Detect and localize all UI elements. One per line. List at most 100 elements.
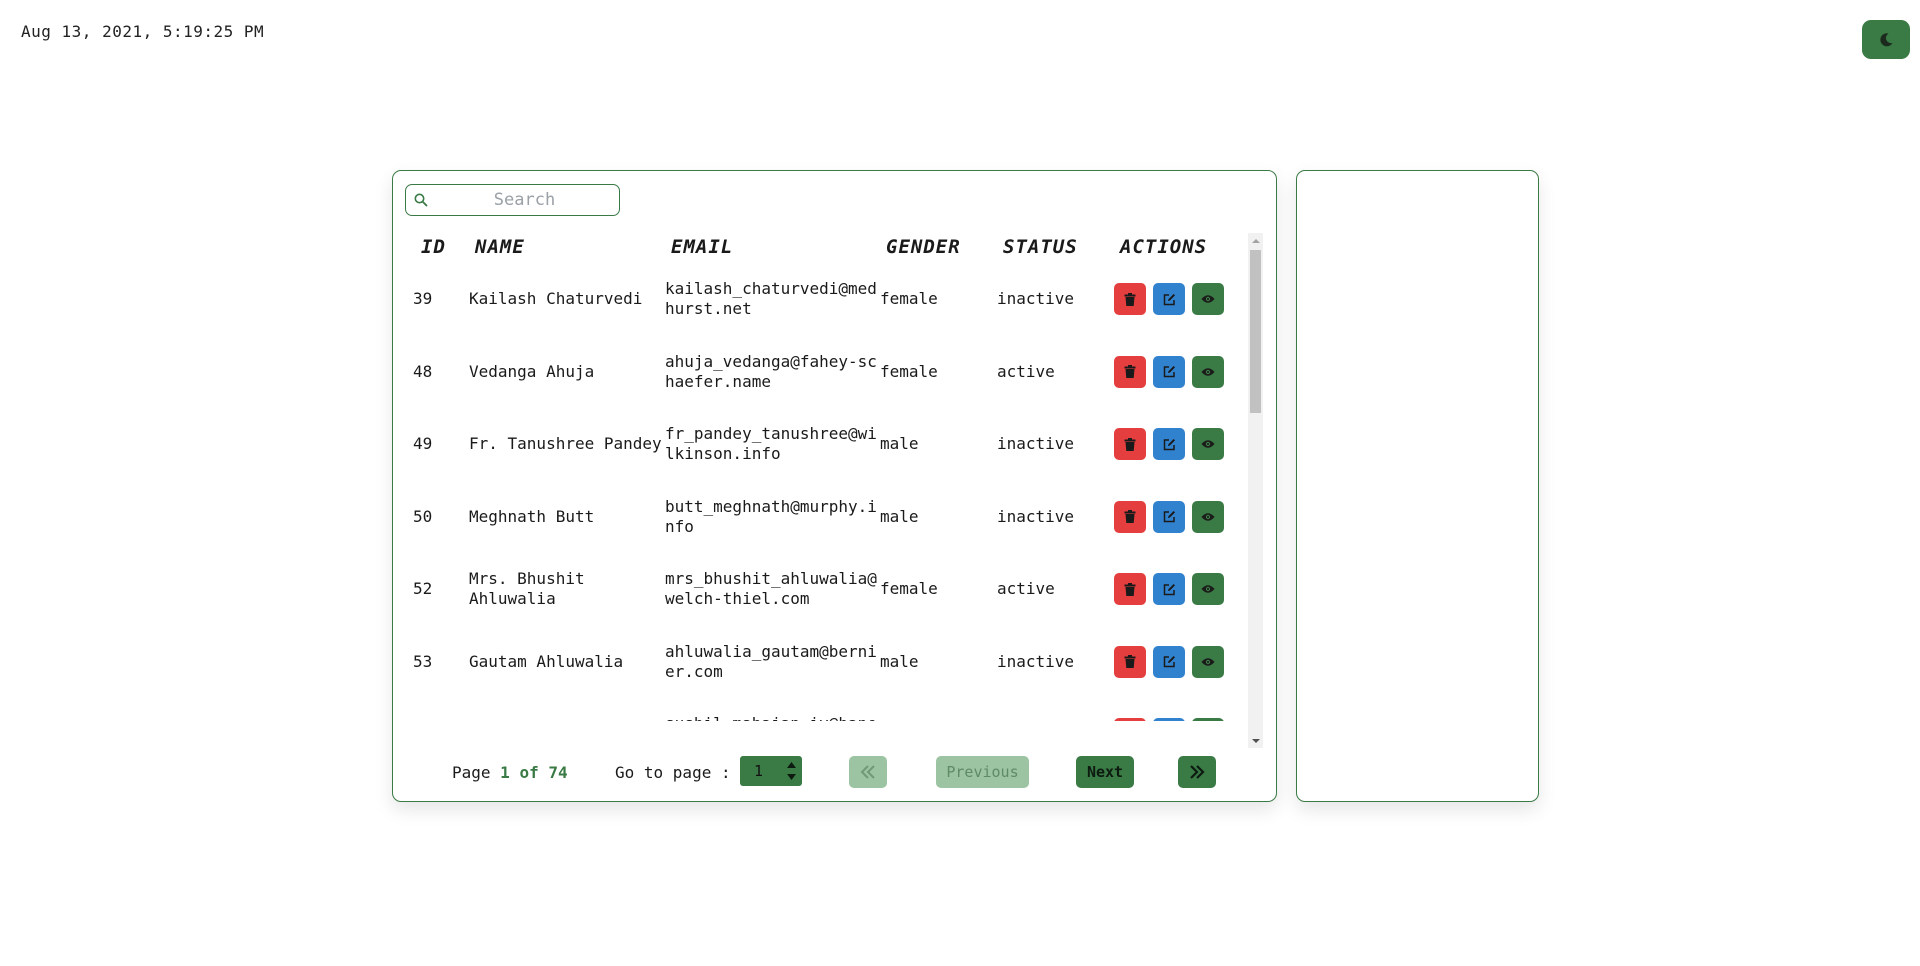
cell-actions xyxy=(1114,553,1255,626)
cell-actions xyxy=(1114,626,1255,699)
goto-page-stepper[interactable] xyxy=(740,756,802,786)
cell-gender: male xyxy=(880,651,919,671)
scroll-up-arrow[interactable] xyxy=(1248,233,1263,248)
edit-button[interactable] xyxy=(1153,283,1185,316)
theme-toggle-button[interactable] xyxy=(1862,20,1910,59)
edit-icon xyxy=(1163,511,1175,523)
cell-actions xyxy=(1114,698,1255,721)
trash-icon xyxy=(1124,655,1136,669)
cell-id: 49 xyxy=(413,434,433,454)
delete-button[interactable] xyxy=(1114,355,1146,388)
header-status[interactable]: STATUS xyxy=(997,231,1114,263)
table-row: 52 Mrs. Bhushit Ahluwalia mrs_bhushit_ah… xyxy=(403,553,1255,626)
table-row: 49 Fr. Tanushree Pandey fr_pandey_tanush… xyxy=(403,408,1255,481)
delete-button[interactable] xyxy=(1114,428,1146,461)
cell-status: inactive xyxy=(997,289,1075,309)
view-button[interactable] xyxy=(1192,428,1224,461)
cell-email: ahuja_vedanga@fahey-schaefer.name xyxy=(665,351,877,391)
double-chevron-left-icon xyxy=(860,765,875,779)
cell-actions xyxy=(1114,481,1255,554)
header-name[interactable]: NAME xyxy=(469,231,665,263)
of-label: of xyxy=(519,763,539,782)
view-button[interactable] xyxy=(1192,500,1224,533)
cell-name: Vedanga Ahuja xyxy=(469,361,595,381)
last-page-button[interactable] xyxy=(1178,756,1216,788)
edit-button[interactable] xyxy=(1153,645,1185,678)
cell-status: inactive xyxy=(997,434,1075,454)
view-button[interactable] xyxy=(1192,355,1224,388)
cell-email: kailash_chaturvedi@medhurst.net xyxy=(665,279,877,319)
cell-gender: female xyxy=(880,289,938,309)
cell-status: inactive xyxy=(997,651,1075,671)
search-box[interactable] xyxy=(405,184,620,216)
eye-icon xyxy=(1201,440,1215,448)
delete-button[interactable] xyxy=(1114,283,1146,316)
search-input[interactable] xyxy=(406,185,619,215)
users-table-container[interactable]: ID NAME EMAIL GENDER STATUS ACTIONS 39 K… xyxy=(403,231,1255,721)
header-email[interactable]: EMAIL xyxy=(665,231,880,263)
table-scrollbar[interactable] xyxy=(1248,233,1263,748)
header-gender[interactable]: GENDER xyxy=(880,231,997,263)
cell-email: mrs_bhushit_ahluwalia@welch-thiel.com xyxy=(665,569,877,609)
pagination-bar: Page 1 of 74 Go to page : Previous Next xyxy=(393,754,1278,790)
edit-button[interactable] xyxy=(1153,428,1185,461)
cell-status: active xyxy=(997,698,1114,721)
double-chevron-right-icon xyxy=(1190,765,1205,779)
edit-button[interactable] xyxy=(1153,718,1185,721)
cell-gender: female xyxy=(880,361,938,381)
cell-name: Fr. Tanushree Pandey xyxy=(469,434,662,454)
moon-icon xyxy=(1880,32,1893,46)
scrollbar-thumb[interactable] xyxy=(1250,250,1261,413)
edit-button[interactable] xyxy=(1153,573,1185,606)
view-button[interactable] xyxy=(1192,283,1224,316)
cell-email: ahluwalia_gautam@bernier.com xyxy=(665,641,877,681)
increment-arrow-icon[interactable] xyxy=(786,762,796,768)
search-icon xyxy=(414,193,428,207)
cell-actions xyxy=(1114,336,1255,409)
view-button[interactable] xyxy=(1192,645,1224,678)
trash-icon xyxy=(1124,582,1136,596)
detail-panel xyxy=(1296,170,1539,802)
delete-button[interactable] xyxy=(1114,500,1146,533)
goto-page-input[interactable] xyxy=(740,756,780,786)
view-button[interactable] xyxy=(1192,573,1224,606)
trash-icon xyxy=(1124,510,1136,524)
users-table-panel: ID NAME EMAIL GENDER STATUS ACTIONS 39 K… xyxy=(392,170,1277,802)
timestamp: Aug 13, 2021, 5:19:25 PM xyxy=(21,22,265,41)
cell-actions xyxy=(1114,408,1255,481)
decrement-arrow-icon[interactable] xyxy=(786,774,796,780)
view-button[interactable] xyxy=(1192,718,1224,721)
table-header-row: ID NAME EMAIL GENDER STATUS ACTIONS xyxy=(403,231,1255,263)
header-actions: ACTIONS xyxy=(1120,236,1208,258)
table-row: 48 Vedanga Ahuja ahuja_vedanga@fahey-sch… xyxy=(403,336,1255,409)
edit-icon xyxy=(1163,583,1175,595)
previous-page-button[interactable]: Previous xyxy=(936,756,1029,788)
eye-icon xyxy=(1201,368,1215,376)
cell-name: Mrs. Bhushit Ahluwalia xyxy=(469,569,585,609)
cell-name: Sushil Mahajan IV xyxy=(469,698,665,721)
edit-button[interactable] xyxy=(1153,500,1185,533)
cell-gender: male xyxy=(880,434,919,454)
cell-id: 50 xyxy=(413,506,433,526)
cell-id: 52 xyxy=(413,579,433,599)
delete-button[interactable] xyxy=(1114,573,1146,606)
cell-status: active xyxy=(997,361,1055,381)
delete-button[interactable] xyxy=(1114,645,1146,678)
cell-name: Meghnath Butt xyxy=(469,506,595,526)
cell-gender: female xyxy=(880,698,997,721)
next-page-button[interactable]: Next xyxy=(1076,756,1134,788)
page-label: Page xyxy=(452,763,491,782)
cell-email: fr_pandey_tanushree@wilkinson.info xyxy=(665,424,877,464)
cell-actions xyxy=(1114,263,1255,336)
cell-id: 53 xyxy=(413,651,433,671)
delete-button[interactable] xyxy=(1114,718,1146,721)
scroll-down-arrow[interactable] xyxy=(1248,733,1263,748)
goto-page-label: Go to page : xyxy=(615,763,731,782)
first-page-button[interactable] xyxy=(849,756,887,788)
current-page: 1 xyxy=(500,763,510,782)
cell-gender: female xyxy=(880,579,938,599)
edit-button[interactable] xyxy=(1153,355,1185,388)
edit-icon xyxy=(1163,293,1175,305)
header-id[interactable]: ID xyxy=(403,231,469,263)
eye-icon xyxy=(1201,585,1215,593)
